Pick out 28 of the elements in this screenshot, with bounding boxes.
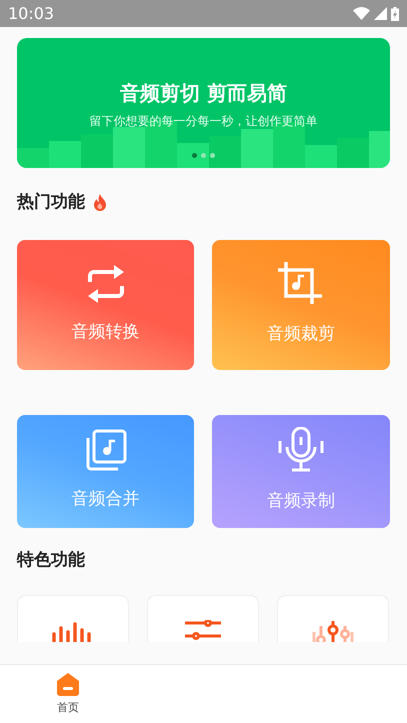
home-icon: [56, 672, 80, 696]
section-title: 热门功能: [17, 191, 85, 214]
microphone-icon: [278, 427, 324, 474]
feature-card[interactable]: 音频转换: [17, 240, 194, 370]
feature-card[interactable]: 音频录制: [212, 414, 390, 528]
banner[interactable]: 音频剪切 剪而易简 留下你想要的每一分每一秒，让创作更简单: [17, 38, 390, 168]
status-time: 10:03: [8, 2, 54, 24]
banner-subtitle: 留下你想要的每一分每一秒，让创作更简单: [88, 113, 318, 130]
feature-label: 音频裁剪: [267, 322, 335, 346]
feature-label: 音频转换: [72, 320, 140, 344]
signal-icon: [374, 7, 387, 20]
feature-card[interactable]: 音频裁剪: [212, 240, 390, 370]
crop-icon: [278, 262, 324, 306]
feature-label: 音频合并: [72, 488, 140, 512]
music-stack-icon: [84, 429, 126, 472]
feature-label: 音频录制: [267, 490, 335, 514]
feature-card[interactable]: [17, 595, 129, 642]
feature-card[interactable]: 音频合并: [17, 414, 194, 528]
banner-title: 音频剪切 剪而易简: [119, 80, 288, 107]
wifi-icon: [353, 7, 370, 20]
page-dot[interactable]: [192, 153, 197, 158]
fire-icon: [93, 194, 107, 212]
page-dot[interactable]: [210, 153, 215, 158]
feature-card[interactable]: [147, 595, 259, 642]
page-dot[interactable]: [201, 153, 206, 158]
section-title: 特色功能: [17, 548, 86, 572]
feature-card[interactable]: [277, 595, 389, 642]
battery-icon: [391, 6, 399, 20]
